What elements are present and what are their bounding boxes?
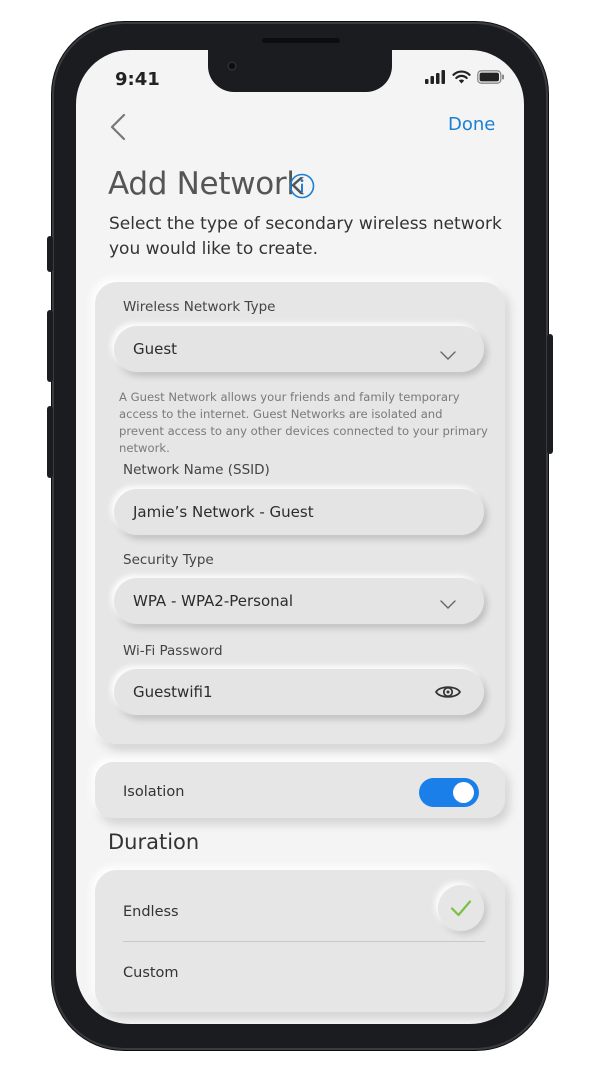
network-type-select[interactable]: Guest — [114, 326, 484, 372]
chevron-down-icon — [440, 351, 456, 360]
page-subtitle: Select the type of secondary wireless ne… — [109, 214, 502, 259]
eye-icon[interactable] — [434, 683, 462, 701]
password-value: Guestwifi1 — [133, 683, 213, 701]
wifi-icon — [452, 70, 471, 84]
security-type-value: WPA - WPA2-Personal — [133, 592, 294, 610]
side-button-volume-down — [47, 406, 53, 478]
back-chevron-icon[interactable] — [104, 112, 134, 142]
duration-divider — [123, 941, 485, 942]
cellular-signal-icon — [425, 70, 445, 84]
security-type-select[interactable]: WPA - WPA2-Personal — [114, 578, 484, 624]
side-button-power — [547, 334, 553, 454]
side-button-volume-up — [47, 310, 53, 382]
duration-option-label: Custom — [123, 965, 179, 981]
info-icon[interactable] — [289, 173, 315, 199]
toggle-knob — [453, 782, 474, 803]
duration-option-custom[interactable]: Custom — [95, 944, 505, 1004]
isolation-toggle[interactable] — [419, 778, 479, 807]
battery-icon — [477, 70, 504, 84]
status-icons — [424, 70, 505, 84]
front-camera — [227, 61, 237, 71]
notch — [208, 50, 392, 92]
page-title: Add Network — [108, 166, 305, 202]
side-button-silent — [47, 236, 53, 272]
chevron-down-icon — [440, 600, 456, 609]
done-button[interactable]: Done — [448, 114, 495, 135]
speaker-grille — [262, 38, 340, 43]
network-type-value: Guest — [133, 340, 178, 358]
ssid-input[interactable]: Jamie’s Network - Guest — [114, 489, 484, 535]
ssid-label: Network Name (SSID) — [123, 462, 270, 478]
network-type-label: Wireless Network Type — [123, 299, 276, 315]
ssid-value: Jamie’s Network - Guest — [133, 503, 314, 521]
password-input[interactable]: Guestwifi1 — [114, 669, 484, 715]
checkmark-icon — [450, 900, 472, 917]
duration-title: Duration — [108, 830, 200, 854]
duration-option-label: Endless — [123, 904, 179, 920]
password-label: Wi-Fi Password — [123, 643, 223, 659]
security-type-label: Security Type — [123, 552, 214, 568]
endless-selected-indicator — [438, 885, 484, 931]
status-time: 9:41 — [115, 69, 160, 90]
network-type-helper-text: A Guest Network allows your friends and … — [119, 390, 488, 455]
isolation-label: Isolation — [123, 784, 185, 800]
